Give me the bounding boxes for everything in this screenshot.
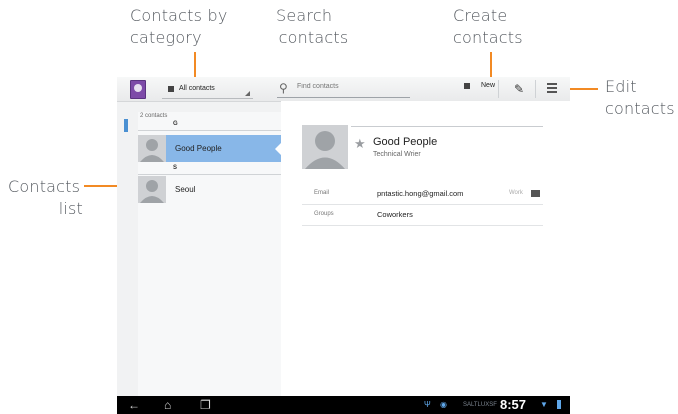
recent-apps-icon[interactable]: ❐	[200, 398, 211, 412]
contact-detail-panel: ★ Good People Technical Wrier Email pnta…	[281, 101, 570, 414]
callout-line: Create	[453, 6, 508, 25]
callout-contacts-by-category: Contacts by category	[130, 5, 228, 49]
search-icon: ⚲	[279, 81, 288, 95]
contact-photo-placeholder	[302, 125, 348, 169]
back-icon[interactable]: ←	[128, 398, 140, 412]
callout-line: Contacts	[8, 177, 81, 196]
email-row[interactable]: Email pntastic.hong@gmail.com Work	[302, 184, 543, 205]
action-bar: All contacts ⚲ New ✎	[117, 77, 570, 102]
callout-line: contacts	[278, 28, 349, 47]
clock[interactable]: 8:57	[500, 397, 526, 412]
dropdown-arrow-icon	[245, 91, 250, 96]
app-contacts-icon[interactable]	[130, 80, 146, 99]
category-dropdown[interactable]: All contacts	[162, 81, 253, 99]
callout-line: list	[58, 199, 83, 218]
new-contact-label: New	[481, 82, 496, 89]
email-value[interactable]: pntastic.hong@gmail.com	[377, 189, 463, 198]
callout-line: contacts	[453, 28, 523, 47]
contact-name: Good People	[175, 144, 222, 153]
email-icon[interactable]	[531, 190, 540, 197]
field-label: Groups	[314, 211, 334, 217]
contacts-count: 2 contacts	[140, 113, 168, 119]
divider	[498, 80, 499, 98]
callout-edit-contacts: Edit contacts	[605, 76, 678, 120]
section-header: S	[138, 164, 281, 175]
section-letter: S	[173, 165, 178, 171]
search-input[interactable]	[297, 83, 407, 90]
callout-line: contacts	[605, 99, 675, 118]
callout-create-contacts: Create contacts	[453, 5, 528, 49]
list-item[interactable]: Seoul	[138, 176, 281, 203]
contacts-list: 2 contacts G Good People S Seoul	[138, 112, 281, 414]
group-flag-icon	[168, 86, 174, 92]
contact-photo-placeholder	[138, 135, 166, 162]
callout-contacts-list: Contacts list	[8, 176, 83, 220]
system-bar: ← ⌂ ❐ Ψ ◉ SALTLUXSF 8:57 ▼	[117, 396, 570, 414]
contact-name: Seoul	[175, 185, 196, 194]
list-item[interactable]: Good People	[138, 135, 281, 162]
groups-value: Coworkers	[377, 210, 413, 219]
contact-detail-title: Technical Wrier	[373, 151, 421, 158]
tablet-screen: All contacts ⚲ New ✎ 2 contacts G Good P…	[117, 77, 570, 414]
battery-icon	[557, 400, 561, 409]
callout-line: category	[130, 28, 202, 47]
contact-photo-placeholder	[138, 176, 166, 203]
callout-line: Edit	[605, 77, 637, 96]
new-contact-button[interactable]: New	[464, 82, 495, 89]
callout-search-contacts: Search contacts	[276, 5, 351, 49]
usb-icon: Ψ	[424, 400, 431, 409]
fast-scroll-tab[interactable]	[124, 119, 128, 132]
groups-row: Groups Coworkers	[302, 205, 543, 226]
category-selected-label: All contacts	[179, 85, 215, 92]
email-type: Work	[509, 190, 523, 196]
search-field[interactable]: ⚲	[277, 80, 410, 98]
divider	[535, 80, 536, 98]
overflow-menu-icon[interactable]	[547, 83, 557, 95]
debug-icon: ◉	[440, 400, 447, 409]
callout-line: Search	[276, 6, 333, 25]
section-header: G	[138, 120, 281, 131]
section-letter: G	[173, 121, 178, 127]
star-icon[interactable]: ★	[354, 136, 366, 152]
carrier-label: SALTLUXSF	[463, 402, 497, 408]
home-icon[interactable]: ⌂	[164, 398, 171, 412]
wifi-icon: ▼	[540, 400, 548, 409]
field-label: Email	[314, 190, 330, 196]
edit-pencil-icon[interactable]: ✎	[514, 82, 524, 96]
divider	[351, 126, 543, 127]
selection-indicator	[275, 142, 282, 156]
callout-line: Contacts by	[130, 6, 228, 25]
new-contact-icon	[464, 83, 470, 89]
contact-detail-name: Good People	[373, 136, 438, 148]
